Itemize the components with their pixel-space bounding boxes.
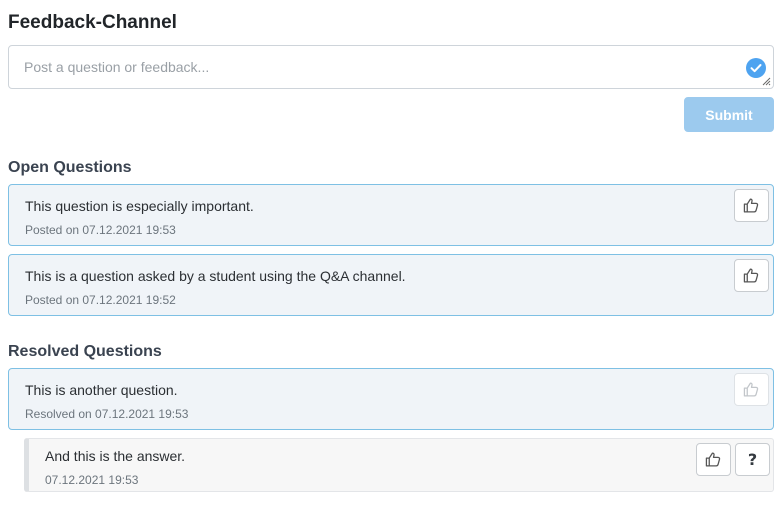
feedback-input[interactable] <box>9 46 773 88</box>
thumbs-up-icon <box>705 452 721 467</box>
resolved-question-card: This is another question. Resolved on 07… <box>8 368 774 430</box>
resolved-questions-heading: Resolved Questions <box>8 343 162 360</box>
answer-question-button[interactable]: ? <box>735 443 770 476</box>
answer-card: And this is the answer. 07.12.2021 19:53… <box>24 438 774 492</box>
submit-button[interactable]: Submit <box>684 97 774 132</box>
question-timestamp: Resolved on 07.12.2021 19:53 <box>25 407 189 421</box>
thumbs-up-icon <box>743 198 759 213</box>
upvote-button[interactable] <box>734 259 769 292</box>
question-text: This is a question asked by a student us… <box>25 268 406 284</box>
upvote-button[interactable] <box>734 189 769 222</box>
resize-handle-icon[interactable] <box>762 77 771 86</box>
answer-upvote-button[interactable] <box>696 443 731 476</box>
question-text: This question is especially important. <box>25 198 254 214</box>
answer-timestamp: 07.12.2021 19:53 <box>45 473 139 487</box>
open-question-card: This is a question asked by a student us… <box>8 254 774 316</box>
page-title: Feedback-Channel <box>8 12 177 33</box>
feedback-input-container <box>8 45 774 89</box>
upvote-button-disabled <box>734 373 769 406</box>
question-timestamp: Posted on 07.12.2021 19:52 <box>25 293 176 307</box>
open-question-card: This question is especially important. P… <box>8 184 774 246</box>
answer-text: And this is the answer. <box>45 448 186 464</box>
question-timestamp: Posted on 07.12.2021 19:53 <box>25 223 176 237</box>
question-mark-icon: ? <box>747 450 758 469</box>
thumbs-up-icon <box>743 382 759 397</box>
check-icon <box>746 58 766 78</box>
open-questions-heading: Open Questions <box>8 159 132 176</box>
thumbs-up-icon <box>743 268 759 283</box>
question-text: This is another question. <box>25 382 178 398</box>
